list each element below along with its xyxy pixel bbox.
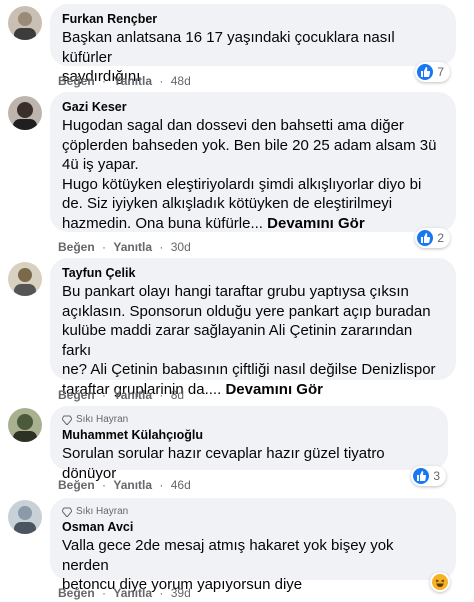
diamond-icon (62, 507, 72, 517)
like-button[interactable]: Beğen (58, 388, 95, 402)
reaction-summary[interactable]: 3 (411, 466, 446, 486)
like-button[interactable]: Beğen (58, 586, 95, 600)
comment-timestamp[interactable]: 46d (171, 478, 191, 492)
comment-author[interactable]: Osman Avci (62, 520, 444, 534)
comment-bubble: Furkan Rençber Başkan anlatsana 16 17 ya… (50, 4, 456, 85)
comment-timestamp[interactable]: 8d (171, 388, 184, 402)
comment-actions: Beğen · Yanıtla · 8d (58, 388, 185, 402)
like-icon (417, 230, 434, 246)
reply-button[interactable]: Yanıtla (113, 478, 152, 492)
avatar[interactable] (8, 262, 42, 296)
comment-actions: Beğen · Yanıtla · 30d (58, 240, 191, 254)
comment-text: Hugodan sagal dan dossevi den bahsetti a… (62, 117, 437, 232)
like-button[interactable]: Beğen (58, 478, 95, 492)
comment-author[interactable]: Gazi Keser (62, 100, 444, 114)
reaction-count: 2 (437, 231, 444, 245)
see-more-link[interactable]: Devamını Gör (267, 215, 365, 232)
comment-bubble: Tayfun Çelik Bu pankart olayı hangi tara… (50, 258, 456, 398)
like-button[interactable]: Beğen (58, 74, 95, 88)
top-fan-badge: Sıkı Hayran (62, 414, 436, 425)
avatar[interactable] (8, 408, 42, 442)
avatar[interactable] (8, 500, 42, 534)
reply-button[interactable]: Yanıtla (113, 240, 152, 254)
reaction-summary[interactable]: 2 (415, 228, 450, 248)
comment-actions: Beğen · Yanıtla · 48d (58, 74, 191, 88)
haha-icon (432, 574, 448, 590)
diamond-icon (62, 415, 72, 425)
reaction-count: 7 (437, 65, 444, 79)
comment-actions: Beğen · Yanıtla · 39d (58, 586, 191, 600)
comment-text: Bu pankart olayı hangi taraftar grubu ya… (62, 283, 436, 398)
reply-button[interactable]: Yanıtla (113, 586, 152, 600)
avatar[interactable] (8, 96, 42, 130)
comment-bubble: Gazi Keser Hugodan sagal dan dossevi den… (50, 92, 456, 232)
top-fan-badge: Sıkı Hayran (62, 506, 444, 517)
see-more-link[interactable]: Devamını Gör (225, 381, 323, 398)
comment-timestamp[interactable]: 48d (171, 74, 191, 88)
avatar[interactable] (8, 6, 42, 40)
comment-actions: Beğen · Yanıtla · 46d (58, 478, 191, 492)
comment-bubble: Sıkı Hayran Muhammet Külahçıoğlu Sorulan… (50, 406, 448, 482)
comment-author[interactable]: Furkan Rençber (62, 12, 444, 26)
comment-timestamp[interactable]: 39d (171, 586, 191, 600)
reply-button[interactable]: Yanıtla (113, 74, 152, 88)
like-icon (413, 468, 430, 484)
like-button[interactable]: Beğen (58, 240, 95, 254)
comment-timestamp[interactable]: 30d (171, 240, 191, 254)
reaction-summary[interactable] (430, 572, 450, 592)
like-icon (417, 64, 434, 80)
reply-button[interactable]: Yanıtla (113, 388, 152, 402)
comment-bubble: Sıkı Hayran Osman Avci Valla gece 2de me… (50, 498, 456, 593)
comment-author[interactable]: Tayfun Çelik (62, 266, 444, 280)
reaction-summary[interactable]: 7 (415, 62, 450, 82)
reaction-count: 3 (433, 469, 440, 483)
comment-author[interactable]: Muhammet Külahçıoğlu (62, 428, 436, 442)
